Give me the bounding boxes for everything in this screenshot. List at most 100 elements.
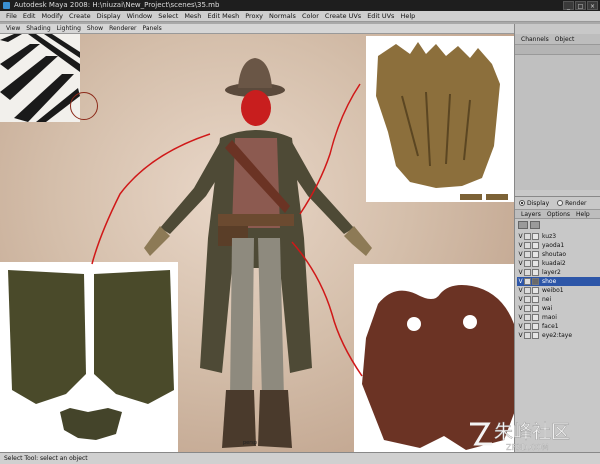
layer-playback-toggle[interactable]	[524, 287, 531, 294]
layer-menu-help[interactable]: Help	[573, 210, 593, 218]
layer-visibility-toggle[interactable]: V	[517, 260, 524, 267]
layer-playback-toggle[interactable]	[524, 233, 531, 240]
right-side-panel: Channels Object Display Render Layers Op…	[514, 24, 600, 452]
layer-row[interactable]: Vface1	[517, 322, 600, 331]
title-bar: Autodesk Maya 2008: H:\niuzai\New_Projec…	[0, 0, 600, 11]
layer-playback-toggle[interactable]	[524, 260, 531, 267]
layer-color-swatch[interactable]	[532, 323, 539, 330]
menu-display[interactable]: Display	[94, 11, 124, 21]
menu-create[interactable]: Create	[66, 11, 94, 21]
menu-edit-uvs[interactable]: Edit UVs	[364, 11, 397, 21]
menu-edit-mesh[interactable]: Edit Mesh	[204, 11, 242, 21]
layer-row[interactable]: Vnei	[517, 295, 600, 304]
tab-channels[interactable]: Channels	[518, 34, 552, 44]
layer-row[interactable]: Vyaoda1	[517, 241, 600, 250]
layer-mode-radio-group: Display Render	[515, 197, 600, 209]
menu-file[interactable]: File	[3, 11, 20, 21]
layer-name: wai	[542, 305, 553, 312]
layer-color-swatch[interactable]	[532, 269, 539, 276]
menu-mesh[interactable]: Mesh	[181, 11, 204, 21]
layer-editor-menu: Layers Options Help	[515, 209, 600, 219]
menu-normals[interactable]: Normals	[266, 11, 299, 21]
layer-playback-toggle[interactable]	[524, 323, 531, 330]
layer-playback-toggle[interactable]	[524, 278, 531, 285]
new-layer-selected-icon[interactable]	[530, 221, 540, 229]
radio-label-display: Display	[527, 199, 550, 207]
radio-render[interactable]: Render	[557, 199, 587, 207]
window-controls: _ □ ×	[563, 1, 598, 10]
menu-edit[interactable]: Edit	[20, 11, 39, 21]
layer-name: layer2	[542, 269, 561, 276]
layer-row[interactable]: Vshoe	[517, 277, 600, 286]
layer-name: eye2:taye	[542, 332, 573, 339]
watermark-brand: 朱峰社区	[494, 421, 570, 443]
layer-menu-options[interactable]: Options	[544, 210, 573, 218]
layer-list: Vkuz3 Vyaoda1 Vshoutao Vkuadai2 Vlayer2 Vshoe…	[515, 231, 600, 340]
menu-create-uvs[interactable]: Create UVs	[322, 11, 364, 21]
layer-playback-toggle[interactable]	[524, 269, 531, 276]
menu-help[interactable]: Help	[397, 11, 418, 21]
layer-visibility-toggle[interactable]: V	[517, 287, 524, 294]
new-layer-icon[interactable]	[518, 221, 528, 229]
watermark-site: ZF3D.COM	[506, 443, 549, 452]
layer-row[interactable]: Vkuadai2	[517, 259, 600, 268]
radio-display[interactable]: Display	[519, 199, 549, 207]
viewport-camera-label: persp	[243, 440, 258, 446]
layer-name: kuadai2	[542, 260, 566, 267]
layer-color-swatch[interactable]	[532, 332, 539, 339]
layer-visibility-toggle[interactable]: V	[517, 314, 524, 321]
maximize-button[interactable]: □	[575, 1, 586, 10]
window-title: Autodesk Maya 2008: H:\niuzai\New_Projec…	[14, 1, 220, 9]
menu-color[interactable]: Color	[299, 11, 322, 21]
layer-row[interactable]: Veye2:taye	[517, 331, 600, 340]
layer-color-swatch[interactable]	[532, 251, 539, 258]
layer-row[interactable]: Vlayer2	[517, 268, 600, 277]
menu-select[interactable]: Select	[155, 11, 181, 21]
layer-visibility-toggle[interactable]: V	[517, 242, 524, 249]
layer-playback-toggle[interactable]	[524, 251, 531, 258]
layer-visibility-toggle[interactable]: V	[517, 278, 524, 285]
channel-box[interactable]	[515, 45, 600, 190]
layer-row[interactable]: Vweibo1	[517, 286, 600, 295]
layer-visibility-toggle[interactable]: V	[517, 323, 524, 330]
minimize-button[interactable]: _	[563, 1, 574, 10]
layer-visibility-toggle[interactable]: V	[517, 296, 524, 303]
layer-color-swatch[interactable]	[532, 314, 539, 321]
layer-visibility-toggle[interactable]: V	[517, 332, 524, 339]
layer-playback-toggle[interactable]	[524, 332, 531, 339]
zf3d-watermark-logo: 朱峰社区 ZF3D.COM	[470, 421, 570, 452]
layer-color-swatch[interactable]	[532, 287, 539, 294]
layer-row[interactable]: Vmaoi	[517, 313, 600, 322]
layer-menu-layers[interactable]: Layers	[518, 210, 544, 218]
layer-playback-toggle[interactable]	[524, 242, 531, 249]
perspective-viewport[interactable]: View Shading Lighting Show Renderer Pane…	[0, 24, 514, 452]
layer-playback-toggle[interactable]	[524, 305, 531, 312]
tab-object[interactable]: Object	[552, 34, 578, 44]
layer-visibility-toggle[interactable]: V	[517, 251, 524, 258]
menu-window[interactable]: Window	[124, 11, 156, 21]
layer-color-swatch[interactable]	[532, 260, 539, 267]
layer-color-swatch[interactable]	[532, 296, 539, 303]
layer-visibility-toggle[interactable]: V	[517, 305, 524, 312]
layer-name: kuz3	[542, 233, 557, 240]
layer-visibility-toggle[interactable]: V	[517, 269, 524, 276]
layer-name: shoutao	[542, 251, 567, 258]
close-button[interactable]: ×	[587, 1, 598, 10]
layer-name: nei	[542, 296, 552, 303]
layer-row[interactable]: Vkuz3	[517, 232, 600, 241]
layer-row[interactable]: Vwai	[517, 304, 600, 313]
maya-app-icon	[3, 2, 10, 9]
layer-color-swatch[interactable]	[532, 233, 539, 240]
radio-dot-display	[519, 200, 525, 206]
radio-dot-render	[557, 200, 564, 206]
menu-modify[interactable]: Modify	[38, 11, 66, 21]
menu-proxy[interactable]: Proxy	[242, 11, 266, 21]
layer-visibility-toggle[interactable]: V	[517, 233, 524, 240]
layer-color-swatch[interactable]	[532, 305, 539, 312]
layer-color-swatch[interactable]	[532, 242, 539, 249]
main-menubar: File Edit Modify Create Display Window S…	[0, 11, 600, 22]
layer-playback-toggle[interactable]	[524, 296, 531, 303]
layer-playback-toggle[interactable]	[524, 314, 531, 321]
layer-row[interactable]: Vshoutao	[517, 250, 600, 259]
layer-color-swatch[interactable]	[532, 278, 539, 285]
